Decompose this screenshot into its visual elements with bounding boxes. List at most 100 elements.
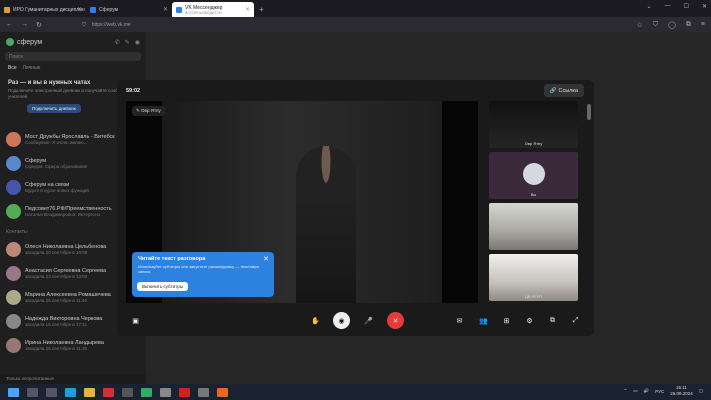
avatar <box>6 203 21 219</box>
participant-tile[interactable]: ЦВ ЯГУП <box>489 254 578 301</box>
enable-subtitles-button[interactable]: Включить субтитры <box>137 282 188 291</box>
pocket-icon[interactable]: ⛉ <box>653 21 658 29</box>
reload-icon[interactable]: ↻ <box>36 21 42 29</box>
tab-label: ИРО Гуманитарных дисциплин <box>13 6 85 13</box>
user-icon[interactable]: ◉ <box>135 39 140 46</box>
chat-preview: Сферум: Сфера образования <box>25 163 88 169</box>
browser-tab-iro[interactable]: ИРО Гуманитарных дисциплин ✕ <box>0 2 86 17</box>
compose-icon[interactable]: ✎ <box>125 39 130 46</box>
os-taskbar: ⌃ ▭ 🔊 РУС 15:11 26.09.2024 ▢ <box>0 384 711 400</box>
close-icon[interactable]: ✕ <box>77 6 82 13</box>
app-icon[interactable] <box>160 387 171 397</box>
contact-status: заходила 23 сентября в 13:00 <box>25 273 88 279</box>
edge-icon[interactable] <box>65 387 76 397</box>
copy-link-button[interactable]: 🔗 Ссылка <box>543 84 584 97</box>
avatar <box>6 337 21 353</box>
back-icon[interactable]: ← <box>6 21 13 29</box>
contact-item[interactable]: Ирина Николаевна Ландырева заходила 26 се… <box>0 333 146 357</box>
tab-favicon <box>90 6 96 13</box>
minimize-icon[interactable]: — <box>665 3 671 10</box>
address-field[interactable]: https://web.vk.me <box>92 22 131 28</box>
microphone-button[interactable]: 🎤 <box>360 312 377 329</box>
extensions-icon[interactable]: ⧉ <box>686 21 691 29</box>
new-tab-button[interactable]: + <box>254 2 269 17</box>
clock-date: 26.09.2024 <box>670 391 693 396</box>
explorer-icon[interactable] <box>84 387 95 397</box>
network-icon[interactable]: ▭ <box>633 388 637 394</box>
search-input[interactable]: Поиск <box>5 52 141 61</box>
contact-status: заходила 26 сентября в 11:35 <box>25 345 87 351</box>
chat-preview: Сообщение: Я очень желаю... <box>25 139 88 145</box>
close-icon[interactable]: ✕ <box>163 6 168 13</box>
chat-text: Сферум на связи Будьте в курсе новых функ… <box>25 182 89 193</box>
link-icon: 🔗 <box>549 87 557 94</box>
fullscreen-icon[interactable]: ⤢ <box>567 312 584 329</box>
language-indicator[interactable]: РУС <box>655 389 664 394</box>
start-icon[interactable] <box>8 387 19 397</box>
participant-tile[interactable]: Овр Ятпу <box>489 101 578 148</box>
tab-label: VK Мессенджер <box>185 4 223 11</box>
participant-tile-self[interactable]: Вы <box>489 152 578 199</box>
clock[interactable]: 15:11 26.09.2024 <box>670 385 693 397</box>
close-icon[interactable]: ✕ <box>245 6 250 13</box>
header-icons: ✆ ✎ ◉ <box>115 39 140 46</box>
close-icon[interactable]: ✕ <box>263 255 269 263</box>
minimize-call-icon[interactable]: ⧉ <box>544 312 561 329</box>
brand-name: сферум <box>17 38 43 46</box>
contact-status: заходила 25 сентября в 11:46 <box>25 297 87 303</box>
toolbar-right: ☆ ⛉ ◯ ⧉ ≡ <box>637 21 705 29</box>
grid-view-icon[interactable]: ⊞ <box>498 312 515 329</box>
participants-icon[interactable]: 👥 <box>475 312 492 329</box>
system-tray: ⌃ ▭ 🔊 РУС 15:11 26.09.2024 ▢ <box>624 385 703 397</box>
chat-text: Мост Дружбы Ярославль - Витебск Сообщение… <box>25 134 115 145</box>
account-icon[interactable]: ◯ <box>668 21 676 29</box>
chat-icon[interactable]: ✉ <box>451 312 468 329</box>
connect-diary-button[interactable]: Подключить дневник <box>27 104 81 113</box>
forward-icon[interactable]: → <box>21 21 28 29</box>
avatar <box>6 131 21 147</box>
tabs-list-icon[interactable]: ⌄ <box>647 3 652 10</box>
contact-name: Анастасия Сергеевна Сергеева <box>25 267 107 274</box>
tab-favicon <box>176 6 182 13</box>
chat-name: Мост Дружбы Ярославль - Витебск <box>25 133 115 140</box>
call-icon[interactable]: ✆ <box>115 39 120 46</box>
unread-only-toggle[interactable]: Только непрочитанные <box>0 374 146 384</box>
participant-name: ЦВ ЯГУП <box>524 294 543 299</box>
participant-tile[interactable] <box>489 203 578 250</box>
firefox-icon[interactable] <box>217 387 228 397</box>
shield-icon[interactable]: ⛉ <box>82 22 86 28</box>
screen-share-icon[interactable]: ▣ <box>127 312 144 329</box>
raise-hand-icon[interactable]: ✋ <box>307 312 324 329</box>
contact-name: Олеся Николаевна Цельбенова <box>25 243 107 250</box>
contact-text: Анастасия Сергеевна Сергеева заходила 23 … <box>25 268 106 279</box>
filter-personal[interactable]: Личные <box>23 65 41 71</box>
tab-label: Сферум <box>99 6 119 13</box>
end-call-button[interactable]: ✕ <box>387 312 404 329</box>
chat-filters: Все Личные <box>0 61 146 75</box>
settings-icon[interactable]: ⚙ <box>521 312 538 329</box>
contact-text: Олеся Николаевна Цельбенова заходила 20 с… <box>25 244 106 255</box>
participant-name: Овр Ятпу <box>524 141 543 146</box>
contact-status: заходила 16 сентября в 17:11 <box>25 321 87 327</box>
filter-all[interactable]: Все <box>8 65 17 71</box>
volume-icon[interactable]: 🔊 <box>644 388 650 394</box>
app-icon[interactable] <box>141 387 152 397</box>
app-icon[interactable] <box>103 387 114 397</box>
app-icon[interactable] <box>198 387 209 397</box>
task-view-icon[interactable] <box>46 387 57 397</box>
close-window-icon[interactable]: ✕ <box>702 3 707 10</box>
avatar <box>6 155 21 171</box>
maximize-icon[interactable]: ☐ <box>684 3 689 10</box>
camera-off-button[interactable]: ◉ <box>333 312 350 329</box>
chevron-up-icon[interactable]: ⌃ <box>624 388 628 394</box>
notifications-icon[interactable]: ▢ <box>699 388 703 394</box>
menu-icon[interactable]: ≡ <box>701 21 705 29</box>
pdf-icon[interactable] <box>179 387 190 397</box>
star-icon[interactable]: ☆ <box>637 21 643 29</box>
browser-tab-sferum[interactable]: Сферум ✕ <box>86 2 172 17</box>
app-icon[interactable] <box>122 387 133 397</box>
participants-scrollbar[interactable] <box>587 104 591 120</box>
search-icon[interactable] <box>27 387 38 397</box>
browser-tab-vk-messenger[interactable]: VK Мессенджер ВОСПРОИЗВОДИТСЯ ✕ <box>172 2 254 17</box>
nav-buttons: ← → ↻ <box>0 21 82 29</box>
